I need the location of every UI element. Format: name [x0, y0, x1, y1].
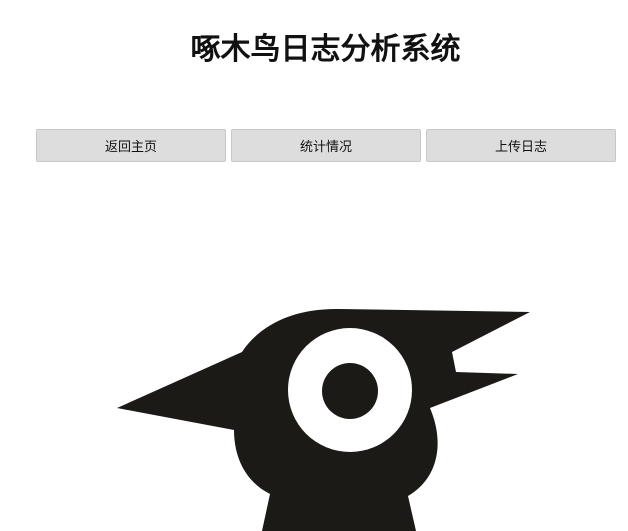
eye-pupil [322, 363, 378, 419]
upload-log-button[interactable]: 上传日志 [426, 129, 616, 162]
eye-ring [288, 328, 412, 452]
woodpecker-body [117, 308, 530, 531]
statistics-button[interactable]: 统计情况 [231, 129, 421, 162]
woodpecker-logo-icon [117, 308, 530, 531]
woodpecker-silhouette [117, 308, 530, 531]
nav-bar: 返回主页 统计情况 上传日志 [36, 129, 616, 162]
home-button[interactable]: 返回主页 [36, 129, 226, 162]
page-title: 啄木鸟日志分析系统 [190, 32, 461, 67]
